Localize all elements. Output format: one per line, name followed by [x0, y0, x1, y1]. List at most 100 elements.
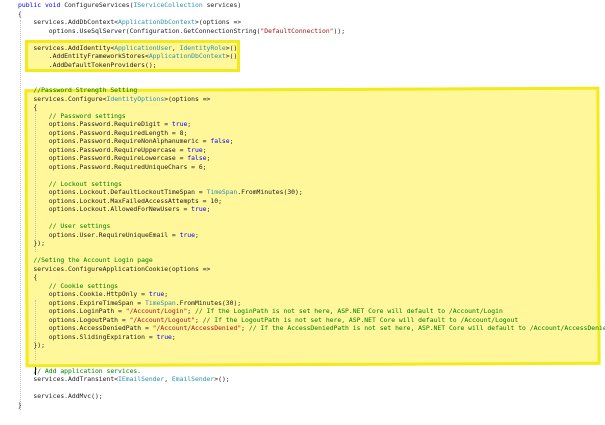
code-token: options.Password.RequiredLength = 8;: [18, 128, 188, 137]
code-line: }: [18, 401, 22, 409]
code-token: IdentityRole: [179, 43, 226, 52]
code-line: services.Configure<IdentityOptions>(opti…: [18, 95, 210, 103]
code-token: ;: [206, 205, 211, 213]
code-token: services): [202, 1, 242, 9]
code-line: options.LogoutPath = "/Account/Logout"; …: [18, 316, 518, 324]
indent-guide: [20, 20, 21, 410]
code-token: options.AccessDeniedPath =: [18, 324, 153, 332]
code-token: ApplicationUser: [114, 43, 172, 52]
code-token: // If the AccessDeniedPath is not set he…: [248, 324, 605, 332]
code-line: options.SlidingExpiration = true;: [18, 333, 176, 341]
code-token: //Password Strength Setting: [18, 86, 138, 94]
code-line: options.Password.RequireLowercase = fals…: [18, 154, 211, 162]
code-line: public void ConfigureServices(IServiceCo…: [18, 1, 241, 9]
code-token: IEmailSender: [118, 375, 165, 383]
code-token: true: [171, 120, 188, 128]
code-token: options.Password.RequireUppercase =: [18, 145, 188, 154]
code-token: ;: [164, 290, 169, 298]
code-line: services.AddMvc();: [18, 392, 102, 400]
code-token: options.Lockout.DefaultLockoutTimeSpan =: [18, 188, 207, 196]
code-token: {: [18, 273, 38, 281]
code-line: options.Lockout.AllowedForNewUsers = tru…: [18, 205, 211, 213]
code-token: });: [18, 341, 45, 349]
code-line: options.Lockout.MaxFailedAccessAttempts …: [18, 197, 222, 205]
code-token: // Cookie settings: [18, 281, 119, 290]
code-line: options.AccessDeniedPath = "/Account/Acc…: [18, 324, 605, 332]
code-token: false: [210, 137, 230, 145]
code-token: ApplicationDbContext: [148, 52, 226, 60]
code-token: });: [18, 239, 45, 247]
code-line: // Lockout settings: [18, 180, 122, 188]
code-token: options.Password.RequiredUniqueChars = 6…: [18, 162, 207, 171]
code-token: ,: [171, 43, 180, 52]
code-line: // Add application services.: [18, 367, 141, 375]
code-token: >(): [225, 52, 238, 60]
code-token: options.Password.RequireNonAlphanumeric …: [18, 137, 211, 145]
code-line: {: [18, 10, 22, 18]
code-token: true: [156, 332, 172, 341]
code-token: options.LogoutPath =: [18, 315, 130, 324]
code-line: services.AddIdentity<ApplicationUser, Id…: [18, 44, 237, 52]
code-token: // Add application services.: [18, 366, 142, 375]
code-token: options.Lockout.AllowedForNewUsers =: [18, 205, 192, 213]
code-token: options.ExpireTimeSpan =: [18, 298, 145, 307]
code-token: services.Configure<: [18, 94, 107, 103]
code-token: options.Cookie.HttpOnly =: [18, 290, 149, 298]
code-line: options.Password.RequiredLength = 8;: [18, 128, 188, 137]
code-token: false: [187, 154, 207, 162]
code-token: // Password settings: [18, 111, 126, 120]
code-token: "DefaultConnection": [260, 26, 334, 35]
code-editor[interactable]: public void ConfigureServices(IServiceCo…: [0, 0, 605, 425]
code-token: options.Password.RequireLowercase =: [18, 154, 188, 162]
code-line: // Cookie settings: [18, 282, 118, 290]
code-line: });: [18, 341, 45, 349]
code-token: options.UseSqlServer(Configuration.GetCo…: [18, 26, 261, 35]
code-line: services.ConfigureApplicationCookie(opti…: [18, 265, 210, 273]
code-token: public: [18, 1, 42, 9]
code-token: options.User.RequireUniqueEmail =: [18, 230, 180, 239]
code-token: >(options =>: [164, 94, 211, 103]
code-token: >(): [225, 43, 238, 52]
code-line: //Seting the Account Login page: [18, 256, 153, 264]
code-token: void: [44, 1, 61, 9]
code-token: "/Account/AccessDenied": [152, 324, 242, 332]
code-token: true: [191, 205, 207, 213]
code-line: services.AddDbContext<ApplicationDbConte…: [18, 18, 241, 26]
code-token: ;: [202, 145, 207, 154]
code-line: options.Password.RequiredUniqueChars = 6…: [18, 163, 207, 171]
code-token: .AddDefaultTokenProviders();: [18, 60, 157, 69]
code-line: options.ExpireTimeSpan = TimeSpan.FromMi…: [18, 299, 241, 307]
code-token: ;: [195, 230, 199, 239]
code-line: {: [18, 273, 37, 281]
code-line: // Password settings: [18, 112, 126, 120]
code-token: true: [148, 290, 165, 298]
code-line: options.Password.RequireNonAlphanumeric …: [18, 137, 234, 145]
code-token: options.Lockout.MaxFailedAccessAttempts …: [18, 196, 222, 205]
text-caret: [35, 367, 36, 375]
code-token: ,: [164, 375, 172, 383]
code-token: // If the LoginPath is not set here, ASP…: [195, 307, 503, 315]
code-token: // Lockout settings: [18, 179, 122, 188]
code-token: TimeSpan: [206, 188, 238, 196]
code-token: options.SlidingExpiration =: [18, 332, 157, 341]
code-token: services.ConfigureApplicationCookie(opti…: [18, 264, 211, 273]
code-token: //Seting the Account Login page: [18, 256, 153, 264]
code-token: }: [18, 400, 22, 409]
code-line: options.Password.RequireUppercase = true…: [18, 146, 207, 154]
code-line: options.User.RequireUniqueEmail = true;: [18, 231, 199, 239]
code-token: IServiceCollection: [133, 1, 203, 9]
code-token: .FromMinutes(30);: [175, 298, 242, 307]
code-token: true: [187, 145, 203, 154]
code-line: options.LoginPath = "/Account/Login"; //…: [18, 307, 503, 315]
code-line: services.AddTransient<IEmailSender, Emai…: [18, 375, 229, 383]
code-token: {: [18, 9, 22, 18]
code-token: ;: [206, 154, 211, 162]
code-token: services.AddIdentity<: [18, 43, 115, 52]
code-token: ;: [187, 307, 195, 315]
code-token: ;: [229, 137, 234, 145]
code-token: true: [179, 230, 195, 239]
code-token: IdentityOptions: [106, 94, 165, 103]
code-token: >(options =>: [195, 18, 242, 26]
code-token: ));: [333, 26, 346, 35]
code-line: // User settings: [18, 222, 111, 230]
